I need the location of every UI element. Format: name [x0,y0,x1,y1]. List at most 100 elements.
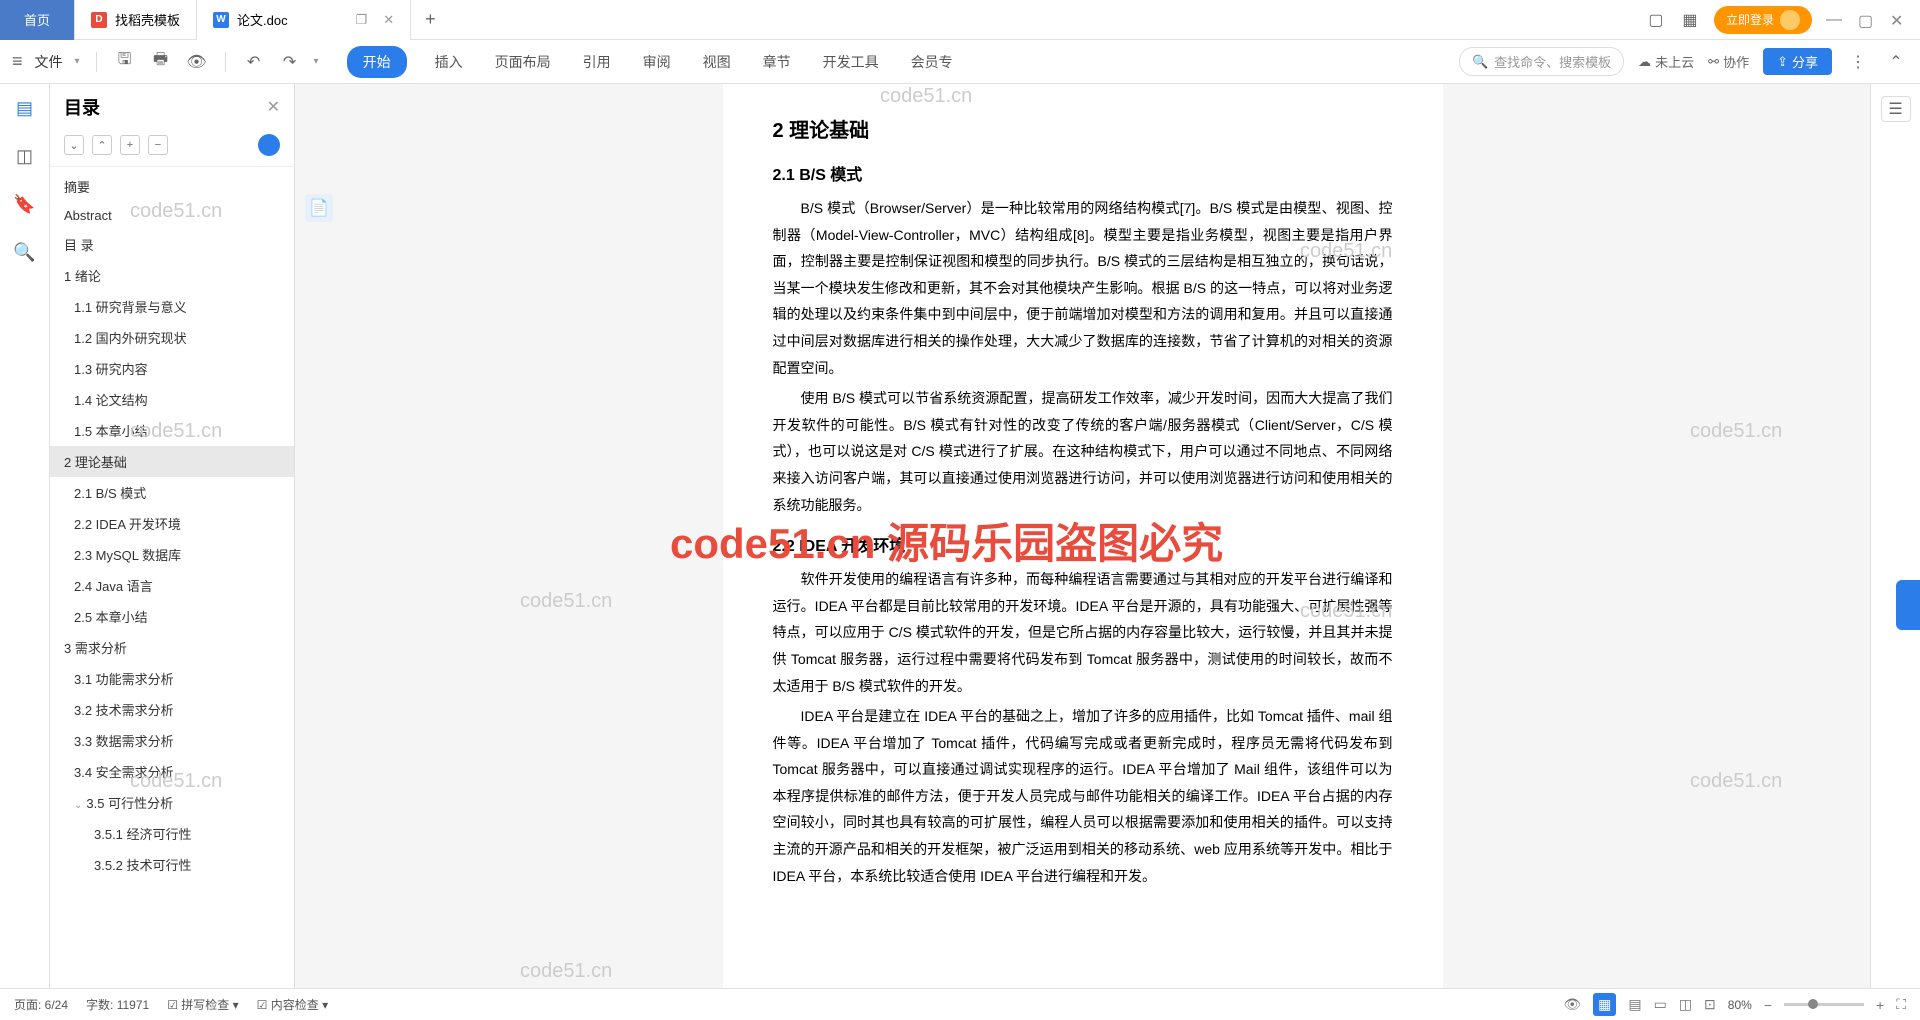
close-icon[interactable]: ✕ [383,12,394,28]
outline-item[interactable]: 2.1 B/S 模式 [50,477,294,508]
outline-item[interactable]: ⌄ 3.5 可行性分析 [50,787,294,818]
apps-icon[interactable]: ▦ [1680,10,1700,30]
close-icon[interactable]: ✕ [267,97,280,117]
undo-icon[interactable]: ↶ [242,50,266,74]
outline-item[interactable]: 2 理论基础 [50,446,294,477]
outline-item[interactable]: 3 需求分析 [50,632,294,663]
view-outline-icon[interactable]: ▤ [1628,996,1641,1013]
file-menu[interactable]: 文件 [35,52,63,72]
panel-toggle-icon[interactable]: ☰ [1881,96,1911,122]
outline-item[interactable]: 1.5 本章小结 [50,415,294,446]
outline-item[interactable]: 3.2 技术需求分析 [50,694,294,725]
more-icon[interactable]: ⋮ [1846,50,1870,74]
tab-label: 找稻壳模板 [115,10,180,29]
paragraph: 使用 B/S 模式可以节省系统资源配置，提高研发工作效率，减少开发时间，因而大大… [773,385,1393,518]
view-read-icon[interactable]: ◫ [1679,996,1692,1013]
ribbon-tab-start[interactable]: 开始 [347,46,407,78]
preview-icon[interactable]: 👁 [185,50,209,74]
outline-rail-icon[interactable]: ▤ [13,96,37,120]
outline-item[interactable]: 目 录 [50,229,294,260]
outline-item[interactable]: 1.1 研究背景与意义 [50,291,294,322]
outline-item[interactable]: 摘要 [50,171,294,202]
collab-button[interactable]: ⚯ 协作 [1708,52,1749,71]
sync-badge-icon[interactable] [258,134,280,156]
search-placeholder: 查找命令、搜索模板 [1494,52,1611,71]
outline-item[interactable]: 2.5 本章小结 [50,601,294,632]
login-button[interactable]: 立即登录 [1714,6,1812,34]
bookmark-rail-icon[interactable]: 🔖 [13,192,37,216]
view-web-icon[interactable]: ▭ [1654,996,1667,1013]
collapse-ribbon-icon[interactable]: ⌃ [1884,50,1908,74]
outline-item-label: 3.1 功能需求分析 [74,672,174,687]
document-area[interactable]: 📄 2 理论基础 2.1 B/S 模式 B/S 模式（Browser/Serve… [295,84,1870,988]
outline-item[interactable]: 3.5.2 技术可行性 [50,849,294,880]
zoom-fit-icon[interactable]: ⊡ [1704,996,1716,1013]
ribbon-tab-chapter[interactable]: 章节 [759,46,795,78]
outline-item[interactable]: 1 绪论 [50,260,294,291]
feedback-tab[interactable] [1896,580,1920,630]
view-page-icon[interactable]: ▦ [1593,993,1616,1016]
tab-add-button[interactable]: + [411,9,450,30]
print-icon[interactable]: 🖶 [149,50,173,74]
add-level-icon[interactable]: + [120,135,140,155]
ribbon-tab-member[interactable]: 会员专 [907,46,957,78]
outline-item-label: 3 需求分析 [64,641,127,656]
tab-document[interactable]: W 论文.doc ❐ ✕ [197,0,411,40]
fullscreen-icon[interactable]: ⛶ [1896,996,1906,1013]
outline-item[interactable]: 3.5.1 经济可行性 [50,818,294,849]
word-count[interactable]: 字数: 11971 [86,996,149,1013]
close-window-icon[interactable]: ✕ [1890,11,1908,29]
expand-all-icon[interactable]: ⌃ [92,135,112,155]
zoom-out-icon[interactable]: − [1764,997,1772,1013]
tab-template[interactable]: D 找稻壳模板 [75,0,197,40]
ribbon-tab-review[interactable]: 审阅 [639,46,675,78]
outline-item-label: 2.3 MySQL 数据库 [74,548,181,563]
outline-item[interactable]: 3.3 数据需求分析 [50,725,294,756]
outline-item[interactable]: 2.4 Java 语言 [50,570,294,601]
outline-item[interactable]: 2.3 MySQL 数据库 [50,539,294,570]
cloud-icon: ☁ [1638,54,1651,70]
remove-level-icon[interactable]: − [148,135,168,155]
outline-item[interactable]: 2.2 IDEA 开发环境 [50,508,294,539]
ribbon-tab-layout[interactable]: 页面布局 [491,46,555,78]
share-button[interactable]: ⇪ 分享 [1763,48,1832,75]
collapse-all-icon[interactable]: ⌄ [64,135,84,155]
zoom-in-icon[interactable]: + [1876,997,1884,1013]
ribbon-tab-insert[interactable]: 插入 [431,46,467,78]
outline-item[interactable]: 1.2 国内外研究现状 [50,322,294,353]
zoom-level[interactable]: 80% [1728,998,1752,1012]
outline-item-label: 2.2 IDEA 开发环境 [74,517,181,532]
page-action-icon[interactable]: 📄 [305,194,333,222]
tab-window-icon[interactable]: ❐ [356,12,368,28]
redo-icon[interactable]: ↷ [278,50,302,74]
outline-item[interactable]: Abstract [50,202,294,229]
minimize-icon[interactable]: — [1826,11,1844,29]
outline-item[interactable]: 3.4 安全需求分析 [50,756,294,787]
page-indicator[interactable]: 页面: 6/24 [14,996,68,1013]
ribbon-tab-reference[interactable]: 引用 [579,46,615,78]
outline-item-label: 2.5 本章小结 [74,610,148,625]
spell-check[interactable]: ☑ 拼写检查 ▾ [167,996,238,1013]
layout-icon[interactable]: ▢ [1646,10,1666,30]
heading-2: 2.1 B/S 模式 [773,161,1393,185]
outline-item-label: 3.5 可行性分析 [86,796,173,811]
zoom-slider[interactable] [1784,1003,1864,1006]
outline-item[interactable]: 1.3 研究内容 [50,353,294,384]
content-check[interactable]: ☑ 内容检查 ▾ [257,996,328,1013]
search-rail-icon[interactable]: 🔍 [13,240,37,264]
chevron-down-icon: ⌄ [74,800,82,811]
menu-icon[interactable]: ≡ [12,51,23,72]
outline-item-label: 目 录 [64,238,94,253]
maximize-icon[interactable]: ▢ [1858,11,1876,29]
paragraph: IDEA 平台是建立在 IDEA 平台的基础之上，增加了许多的应用插件，比如 T… [773,703,1393,889]
save-icon[interactable]: 🖫 [113,50,137,74]
search-input[interactable]: 🔍 查找命令、搜索模板 [1459,47,1624,76]
eye-icon[interactable]: 👁 [1563,996,1581,1013]
outline-item[interactable]: 1.4 论文结构 [50,384,294,415]
ribbon-tab-devtools[interactable]: 开发工具 [819,46,883,78]
outline-item[interactable]: 3.1 功能需求分析 [50,663,294,694]
cloud-status[interactable]: ☁ 未上云 [1638,52,1694,71]
thumbnail-rail-icon[interactable]: ◫ [13,144,37,168]
ribbon-tab-view[interactable]: 视图 [699,46,735,78]
tab-home[interactable]: 首页 [0,0,75,40]
